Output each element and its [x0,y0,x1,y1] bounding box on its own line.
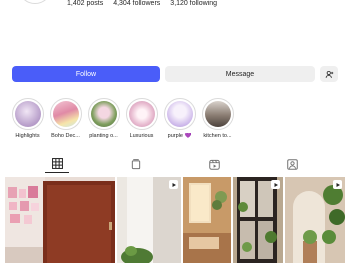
profile-stats: 1,402 posts 4,304 followers 3,120 follow… [67,0,217,9]
post-image [117,177,181,263]
post-thumbnail[interactable] [285,177,345,263]
highlight-label: Boho Dec... [51,133,80,139]
highlight-cover [128,101,155,127]
post-thumbnail[interactable] [183,177,231,263]
highlight-item[interactable]: Highlights [11,98,44,139]
highlight-item[interactable]: Luxurious [125,98,158,139]
tagged-icon [287,158,299,170]
profile-actions: Follow Message [12,66,338,82]
followers-count[interactable]: 4,304 followers [113,0,160,9]
highlight-cover [52,101,79,127]
post-image [5,177,115,263]
tab-reels[interactable] [124,155,148,173]
highlight-cover [204,101,231,127]
post-image [183,177,231,263]
tab-video[interactable] [202,155,226,173]
highlight-item[interactable]: planting o... [87,98,120,139]
story-highlights: Highlights Boho Dec... planting o... Lux… [11,98,234,139]
suggested-accounts-button[interactable] [320,66,338,82]
highlight-cover [166,101,193,127]
highlight-item[interactable]: kitchen to... [201,98,234,139]
post-thumbnail[interactable] [117,177,181,263]
highlight-label: Highlights [15,133,40,139]
message-button[interactable]: Message [165,66,315,82]
highlight-cover [90,101,117,127]
highlight-cover [14,101,41,127]
video-icon [208,159,220,170]
post-image [233,177,283,263]
following-count[interactable]: 3,120 following [170,0,217,9]
post-thumbnail[interactable] [233,177,283,263]
tab-tagged[interactable] [281,155,305,173]
grid-icon [51,158,63,169]
highlight-item[interactable]: Boho Dec... [49,98,82,139]
posts-count[interactable]: 1,402 posts [67,0,103,9]
tab-posts[interactable] [45,155,70,173]
reel-indicator-icon [333,180,342,189]
reel-indicator-icon [271,180,280,189]
highlight-label: kitchen to... [203,133,232,139]
reel-indicator-icon [169,180,178,189]
post-image [285,177,345,263]
highlight-label: purple 💜 [167,133,192,139]
highlight-label: Luxurious [129,133,154,139]
person-add-icon [325,70,333,78]
profile-avatar[interactable] [18,0,52,4]
profile-tabs [0,155,350,173]
follow-button[interactable]: Follow [12,66,160,82]
posts-grid [5,177,345,263]
highlight-item[interactable]: purple 💜 [163,98,196,139]
post-thumbnail[interactable] [5,177,115,263]
reels-icon [131,158,140,169]
highlight-label: planting o... [89,133,118,139]
